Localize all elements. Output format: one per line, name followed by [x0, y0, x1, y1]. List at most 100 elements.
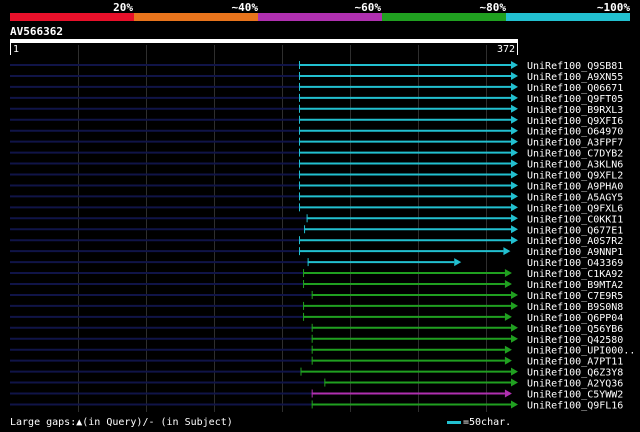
hit-label[interactable]: UniRef100_Q9XFI6: [527, 116, 623, 127]
query-end-label: 372: [497, 44, 515, 55]
hit-label[interactable]: UniRef100_A0S7R2: [527, 236, 623, 247]
hit-arrow-head: [511, 192, 518, 201]
gaps-legend: Large gaps:▲(in Query)/- (in Subject): [10, 417, 233, 428]
hit-arrow-head: [504, 345, 512, 354]
hit-arrow-head: [511, 181, 518, 190]
hit-arrow-head: [511, 323, 518, 332]
hit-row[interactable]: UniRef100_Q9XFI6: [10, 115, 623, 127]
hit-label[interactable]: UniRef100_Q677E1: [527, 225, 623, 236]
hit-arrow-head: [504, 280, 512, 288]
hit-row[interactable]: UniRef100_A7PT11: [10, 356, 623, 368]
hit-row[interactable]: UniRef100_A0S7R2: [10, 236, 623, 247]
hit-label[interactable]: UniRef100_Q9FL16: [527, 400, 623, 411]
legend-label-20: 20%: [113, 1, 133, 14]
hit-row[interactable]: UniRef100_Q56YB6: [10, 323, 623, 335]
hit-label[interactable]: UniRef100_A5AGY5: [527, 192, 623, 203]
hit-label[interactable]: UniRef100_Q56YB6: [527, 324, 623, 335]
hit-label[interactable]: UniRef100_B9S0N8: [527, 302, 623, 313]
hit-arrow-head: [511, 203, 518, 212]
hit-row[interactable]: UniRef100_C7E9R5: [10, 290, 623, 302]
hit-label[interactable]: UniRef100_Q9SB81: [527, 61, 623, 72]
hit-label[interactable]: UniRef100_C7E9R5: [527, 291, 623, 302]
hit-row[interactable]: UniRef100_B9MTA2: [10, 280, 623, 291]
hit-row[interactable]: UniRef100_Q677E1: [10, 225, 623, 236]
hit-row[interactable]: UniRef100_Q42580: [10, 334, 623, 346]
hit-arrow-head: [504, 389, 512, 398]
hit-arrow-head: [511, 378, 518, 387]
hit-arrow-head: [511, 236, 518, 245]
hit-arrow-head: [511, 400, 518, 409]
hit-row[interactable]: UniRef100_Q6Z3Y8: [10, 367, 623, 379]
hit-label[interactable]: UniRef100_A7PT11: [527, 357, 623, 368]
hit-label[interactable]: UniRef100_C7DYB2: [527, 149, 623, 160]
hit-label[interactable]: UniRef100_Q9FXL6: [527, 203, 623, 214]
hit-label[interactable]: UniRef100_A3FPF7: [527, 138, 623, 149]
hit-label[interactable]: UniRef100_Q6PP04: [527, 313, 623, 324]
hit-arrow-head: [511, 290, 518, 299]
hit-row[interactable]: UniRef100_Q9XFL2: [10, 170, 623, 182]
hit-label[interactable]: UniRef100_Q6Z3Y8: [527, 368, 623, 379]
hit-arrow-head: [511, 93, 518, 102]
scale-legend: =50char.: [447, 417, 511, 428]
hit-label[interactable]: UniRef100_A3KLN6: [527, 160, 623, 171]
legend-segment-orange: [134, 13, 258, 21]
legend-segment-purple: [258, 13, 382, 21]
hit-label[interactable]: UniRef100_C0KKI1: [527, 214, 623, 225]
hit-row[interactable]: UniRef100_O64970: [10, 126, 623, 138]
hit-row[interactable]: UniRef100_Q6PP04: [10, 312, 623, 324]
hit-row[interactable]: UniRef100_Q9FT05: [10, 93, 623, 105]
hit-label[interactable]: UniRef100_B9RXL3: [527, 105, 623, 116]
hit-label[interactable]: UniRef100_A9PHA0: [527, 181, 623, 192]
hit-label[interactable]: UniRef100_Q9FT05: [527, 94, 623, 105]
hit-row[interactable]: UniRef100_A9XN55: [10, 71, 623, 83]
identity-color-legend: [10, 13, 630, 21]
hit-row[interactable]: UniRef100_Q06671: [10, 82, 623, 94]
alignment-overview: 20% ~40% ~60% ~80% ~100% AV566362 1 372 …: [10, 1, 635, 412]
hit-row[interactable]: UniRef100_UPI000..: [10, 345, 635, 357]
hit-label[interactable]: UniRef100_A2YQ36: [527, 379, 623, 390]
legend-label-40: ~40%: [232, 1, 259, 14]
hit-row[interactable]: UniRef100_Q9FXL6: [10, 203, 623, 214]
hit-arrow-head: [511, 71, 518, 80]
hit-row[interactable]: UniRef100_Q9SB81: [10, 61, 623, 72]
query-start-label: 1: [13, 44, 19, 55]
hit-label[interactable]: UniRef100_UPI000..: [527, 346, 635, 357]
query-id: AV566362: [10, 25, 63, 38]
legend-segment-red: [10, 13, 134, 21]
hit-row[interactable]: UniRef100_B9S0N8: [10, 301, 623, 313]
hit-row[interactable]: UniRef100_C1KA92: [10, 269, 623, 280]
hit-label[interactable]: UniRef100_O64970: [527, 127, 623, 138]
hit-row[interactable]: UniRef100_A3FPF7: [10, 137, 623, 149]
hit-label[interactable]: UniRef100_A9NNP1: [527, 247, 623, 258]
hit-arrow-head: [511, 126, 518, 135]
hit-label[interactable]: UniRef100_C5YWW2: [527, 390, 623, 401]
hit-row[interactable]: UniRef100_A5AGY5: [10, 192, 623, 203]
hit-row[interactable]: UniRef100_Q9FL16: [10, 400, 623, 411]
hit-row[interactable]: UniRef100_B9RXL3: [10, 104, 623, 116]
hit-arrow-head: [511, 148, 518, 157]
hit-label[interactable]: UniRef100_A9XN55: [527, 72, 623, 83]
hit-arrow-head: [511, 61, 518, 69]
hit-row[interactable]: UniRef100_A9PHA0: [10, 181, 623, 192]
legend-label-80: ~80%: [480, 1, 507, 14]
hit-label[interactable]: UniRef100_Q42580: [527, 335, 623, 346]
hit-label[interactable]: UniRef100_B9MTA2: [527, 280, 623, 291]
hit-label[interactable]: UniRef100_O43369: [527, 258, 623, 269]
hit-row[interactable]: UniRef100_A2YQ36: [10, 378, 623, 390]
hit-row[interactable]: UniRef100_C7DYB2: [10, 148, 623, 160]
hit-arrow-head: [511, 159, 518, 168]
hit-row[interactable]: UniRef100_A3KLN6: [10, 159, 623, 171]
hit-row[interactable]: UniRef100_C0KKI1: [10, 214, 623, 225]
hit-label[interactable]: UniRef100_Q06671: [527, 83, 623, 94]
legend-label-60: ~60%: [355, 1, 382, 14]
hit-row[interactable]: UniRef100_C5YWW2: [10, 389, 623, 401]
legend-segment-cyan: [506, 13, 630, 21]
hit-label[interactable]: UniRef100_C1KA92: [527, 269, 623, 280]
hit-row[interactable]: UniRef100_A9NNP1: [10, 247, 623, 258]
hit-arrow-head: [511, 334, 518, 343]
hit-arrow-head: [504, 356, 512, 365]
hit-label[interactable]: UniRef100_Q9XFL2: [527, 171, 623, 182]
hit-arrow-head: [511, 214, 518, 223]
hit-row[interactable]: UniRef100_O43369: [10, 258, 623, 269]
hit-arrow-head: [511, 82, 518, 91]
